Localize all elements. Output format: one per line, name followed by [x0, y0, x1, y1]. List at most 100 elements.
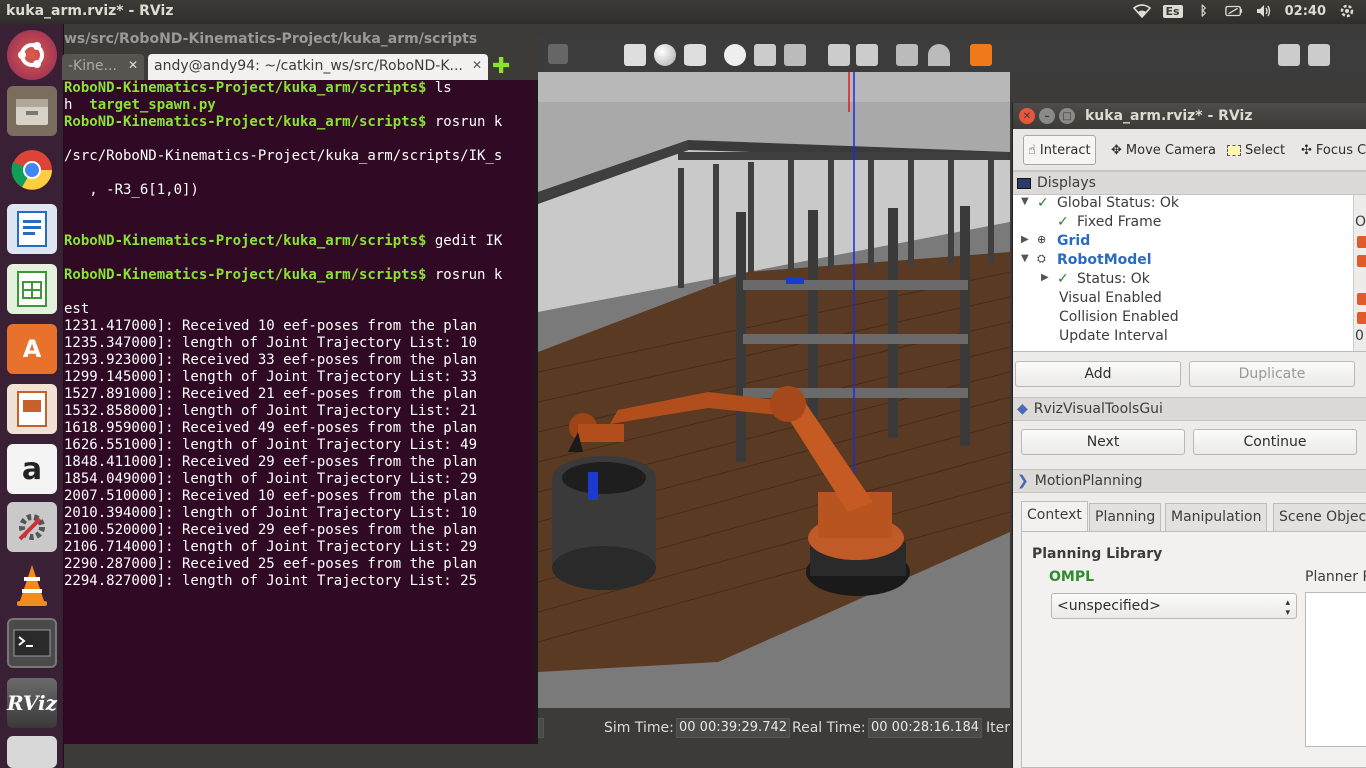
- terminal-output[interactable]: RoboND-Kinematics-Project/kuka_arm/scrip…: [64, 80, 534, 744]
- clock[interactable]: 02:40: [1285, 4, 1326, 19]
- enabled-checkbox[interactable]: [1357, 293, 1366, 305]
- move-camera-icon: ✥: [1111, 142, 1122, 158]
- bluetooth-icon[interactable]: ᛒ: [1195, 2, 1213, 20]
- magnet-icon[interactable]: [928, 44, 950, 66]
- calc-icon[interactable]: [7, 264, 57, 314]
- rviz-icon[interactable]: RViz: [7, 678, 57, 728]
- terminal-line: h target_spawn.py: [64, 97, 534, 114]
- display-tree-row[interactable]: ▶ ⊕ Grid: [1013, 233, 1366, 252]
- volume-icon[interactable]: [1255, 2, 1273, 20]
- lines-icon[interactable]: [784, 44, 806, 66]
- grid-icon: ⊕: [1037, 233, 1047, 246]
- display-label: Grid: [1057, 233, 1091, 249]
- terminal-tab-1[interactable]: -Kine... ✕: [62, 54, 144, 80]
- focus-camera-tool-button[interactable]: ✣Focus Ca: [1297, 135, 1366, 165]
- display-tree-row[interactable]: Update Interval 0: [1013, 328, 1366, 347]
- add-display-button[interactable]: Add: [1015, 361, 1181, 387]
- terminal-tab-2[interactable]: andy@andy94: ~/catkin_ws/src/RoboND-K...…: [148, 54, 488, 80]
- tab-context[interactable]: Context: [1021, 501, 1088, 531]
- light-icon[interactable]: [724, 44, 746, 66]
- move-camera-tool-button[interactable]: ✥ Move Camera: [1107, 135, 1220, 165]
- amazon-icon[interactable]: a: [7, 444, 57, 494]
- log-icon[interactable]: [1308, 44, 1330, 66]
- enabled-checkbox[interactable]: [1357, 312, 1366, 324]
- screenshot-icon[interactable]: [1278, 44, 1300, 66]
- files-icon[interactable]: [7, 86, 57, 136]
- tab-scene-objects[interactable]: Scene Object: [1273, 503, 1366, 531]
- expanded-arrow-icon[interactable]: ▼: [1021, 253, 1029, 264]
- display-value[interactable]: O: [1355, 214, 1366, 230]
- close-window-icon[interactable]: ✕: [1019, 108, 1035, 124]
- 3d-viewport[interactable]: [538, 72, 1010, 708]
- terminal-line: est: [64, 301, 90, 317]
- enabled-checkbox[interactable]: [1357, 255, 1366, 267]
- points-icon[interactable]: [754, 44, 776, 66]
- keyboard-layout-indicator[interactable]: Es: [1162, 4, 1183, 18]
- collapsed-arrow-icon[interactable]: ▶: [1021, 234, 1029, 245]
- drive-icon[interactable]: [7, 736, 57, 768]
- display-tree-row[interactable]: ▼ ✓ Global Status: Ok: [1013, 195, 1366, 214]
- enabled-checkbox[interactable]: [1357, 236, 1366, 248]
- terminal-icon[interactable]: [7, 618, 57, 668]
- impress-icon[interactable]: [7, 384, 57, 434]
- continue-button[interactable]: Continue: [1193, 429, 1357, 455]
- display-tree-row[interactable]: Visual Enabled: [1013, 290, 1366, 309]
- motion-planning-header: ❯ MotionPlanning: [1013, 469, 1366, 493]
- copy-icon[interactable]: [828, 44, 850, 66]
- collapsed-arrow-icon[interactable]: ▶: [1041, 272, 1049, 283]
- tab-planning[interactable]: Planning: [1089, 503, 1162, 531]
- sphere-icon[interactable]: [654, 44, 676, 66]
- planner-params-table[interactable]: [1305, 592, 1366, 747]
- tool-bar: ☝Interact ✥Move Camera Select ✣Focus Ca: [1013, 129, 1366, 171]
- paste-icon[interactable]: [856, 44, 878, 66]
- ubuntu-logo-icon[interactable]: [7, 30, 57, 80]
- select-tool-button[interactable]: Select: [1223, 135, 1289, 165]
- cube-icon[interactable]: [624, 44, 646, 66]
- close-icon[interactable]: ✕: [128, 58, 138, 72]
- real-time-label: Real Time:: [792, 720, 866, 736]
- display-tree-row[interactable]: Collision Enabled: [1013, 309, 1366, 328]
- expanded-arrow-icon[interactable]: ▼: [1021, 196, 1029, 207]
- planner-select[interactable]: <unspecified> ▴ ▾: [1051, 593, 1297, 619]
- real-time-value: 00 00:28:16.184: [868, 718, 983, 738]
- interact-tool-button[interactable]: ☝ Interact: [1023, 135, 1096, 165]
- software-center-icon[interactable]: A: [7, 324, 57, 374]
- time-status-bar: Sim Time: 00 00:39:29.742 Real Time: 00 …: [538, 708, 1010, 748]
- redo-icon[interactable]: [548, 44, 568, 64]
- new-tab-plus-icon[interactable]: ✚: [492, 54, 510, 79]
- align-icon[interactable]: [896, 44, 918, 66]
- tab-manipulation[interactable]: Manipulation: [1165, 503, 1268, 531]
- duplicate-display-button[interactable]: Duplicate: [1189, 361, 1355, 387]
- terminal-window[interactable]: ws/src/RoboND-Kinematics-Project/kuka_ar…: [62, 28, 538, 744]
- terminal-text: h: [64, 97, 90, 113]
- rviz-panel-window: ✕ – □ kuka_arm.rviz* - RViz ☝ Interact ✥ M…: [1012, 103, 1366, 768]
- display-label: Status: Ok: [1077, 271, 1150, 287]
- writer-icon[interactable]: [7, 204, 57, 254]
- terminal-line: 1532.858000]: length of Joint Trajectory…: [64, 403, 478, 419]
- terminal-prompt: RoboND-Kinematics-Project/kuka_arm/scrip…: [64, 267, 427, 283]
- terminal-command: ls: [426, 80, 452, 96]
- settings-icon[interactable]: [7, 502, 57, 552]
- display-tree-row[interactable]: ✓ Fixed Frame O: [1013, 214, 1366, 233]
- battery-icon[interactable]: [1224, 2, 1243, 20]
- cylinder-icon[interactable]: [684, 44, 706, 66]
- orange-cube-icon[interactable]: [970, 44, 992, 66]
- minimize-window-icon[interactable]: –: [1039, 108, 1055, 124]
- terminal-tab-bar: -Kine... ✕ andy@andy94: ~/catkin_ws/src/…: [62, 52, 538, 80]
- display-value[interactable]: 0: [1355, 328, 1364, 344]
- next-button[interactable]: Next: [1021, 429, 1185, 455]
- maximize-window-icon[interactable]: □: [1059, 108, 1075, 124]
- chrome-icon[interactable]: [7, 145, 57, 195]
- close-icon[interactable]: ✕: [472, 58, 482, 72]
- terminal-prompt: RoboND-Kinematics-Project/kuka_arm/scrip…: [64, 114, 427, 130]
- terminal-line: RoboND-Kinematics-Project/kuka_arm/scrip…: [64, 114, 534, 131]
- motion-planning-icon: ❯: [1017, 473, 1029, 489]
- iter-label: Iter: [986, 720, 1010, 736]
- wifi-icon[interactable]: [1132, 2, 1151, 20]
- displays-tree[interactable]: ▼ ✓ Global Status: Ok ✓ Fixed Frame O ▶ ⊕ Grid ▼ ⛭…: [1013, 195, 1366, 351]
- display-tree-row[interactable]: ▼ ⛭ RobotModel: [1013, 252, 1366, 271]
- display-tree-row[interactable]: ▶ ✓ Status: Ok: [1013, 271, 1366, 290]
- vlc-icon[interactable]: [7, 560, 57, 610]
- power-gear-icon[interactable]: [1338, 2, 1356, 20]
